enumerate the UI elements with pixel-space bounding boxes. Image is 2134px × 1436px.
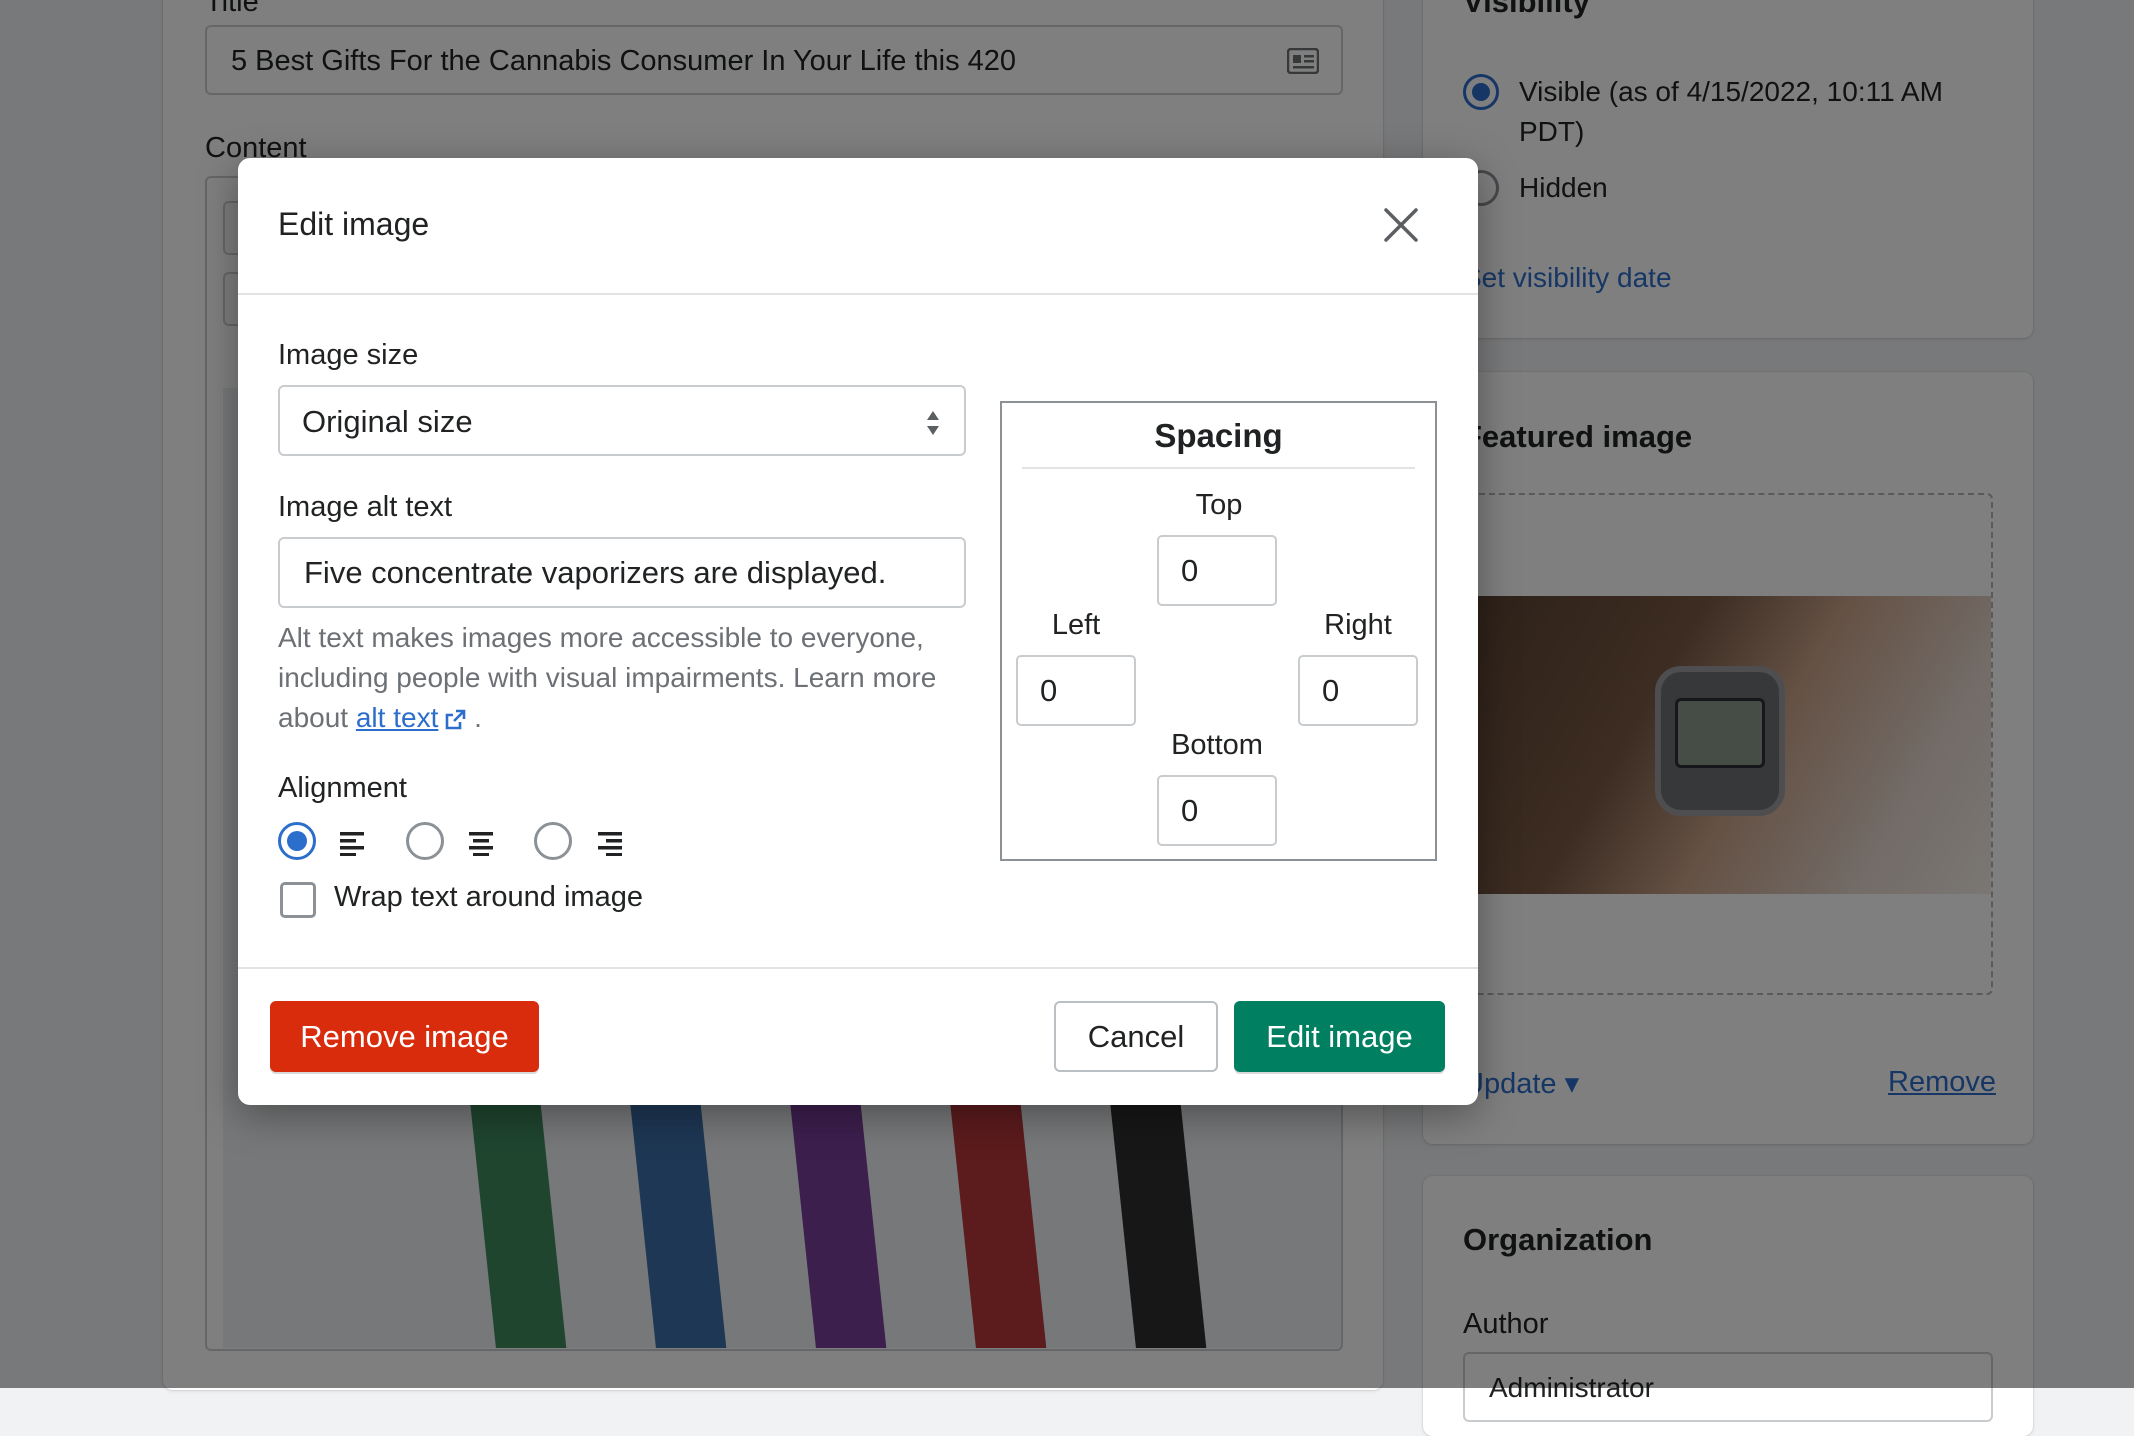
select-arrows-icon bbox=[926, 408, 940, 444]
align-center-radio[interactable] bbox=[406, 822, 444, 860]
align-left-icon bbox=[340, 832, 366, 861]
cancel-button[interactable]: Cancel bbox=[1054, 1001, 1218, 1072]
align-left-radio[interactable] bbox=[278, 822, 316, 860]
spacing-top-input[interactable] bbox=[1157, 535, 1277, 606]
modal-header: Edit image bbox=[238, 158, 1478, 295]
spacing-bottom-input[interactable] bbox=[1157, 775, 1277, 846]
wrap-text-label: Wrap text around image bbox=[334, 881, 643, 913]
alt-help-suffix: . bbox=[466, 702, 482, 733]
alt-text-link-label: alt text bbox=[355, 702, 439, 733]
image-size-label: Image size bbox=[278, 339, 419, 371]
remove-image-button[interactable]: Remove image bbox=[270, 1001, 539, 1072]
spacing-left-label: Left bbox=[1051, 609, 1101, 641]
modal-footer: Remove image Cancel Edit image bbox=[238, 967, 1478, 1105]
image-size-select[interactable]: Original size bbox=[278, 385, 966, 456]
external-link-icon bbox=[444, 702, 466, 742]
alt-text-input[interactable] bbox=[278, 537, 966, 608]
spacing-panel: Spacing Top Left Right Bottom bbox=[1000, 401, 1437, 861]
alt-text-label: Image alt text bbox=[278, 491, 453, 523]
close-icon bbox=[1384, 208, 1418, 242]
spacing-left-input[interactable] bbox=[1016, 655, 1136, 726]
align-center-icon bbox=[468, 832, 494, 861]
spacing-right-label: Right bbox=[1324, 609, 1392, 641]
image-size-value: Original size bbox=[302, 404, 473, 439]
spacing-bottom-label: Bottom bbox=[1171, 729, 1263, 761]
align-right-icon bbox=[596, 832, 622, 861]
spacing-title: Spacing bbox=[1022, 403, 1415, 469]
edit-image-button[interactable]: Edit image bbox=[1234, 1001, 1445, 1072]
wrap-text-checkbox[interactable] bbox=[280, 882, 316, 918]
align-right-radio[interactable] bbox=[534, 822, 572, 860]
modal-title: Edit image bbox=[278, 206, 430, 242]
edit-image-modal: Edit image Image size Original size Imag… bbox=[238, 158, 1478, 1105]
alt-text-help: Alt text makes images more accessible to… bbox=[278, 618, 978, 742]
alt-text-link[interactable]: alt text bbox=[356, 702, 438, 733]
alignment-label: Alignment bbox=[278, 772, 407, 804]
spacing-top-label: Top bbox=[1195, 489, 1243, 521]
spacing-right-input[interactable] bbox=[1298, 655, 1418, 726]
close-button[interactable] bbox=[1366, 190, 1436, 260]
